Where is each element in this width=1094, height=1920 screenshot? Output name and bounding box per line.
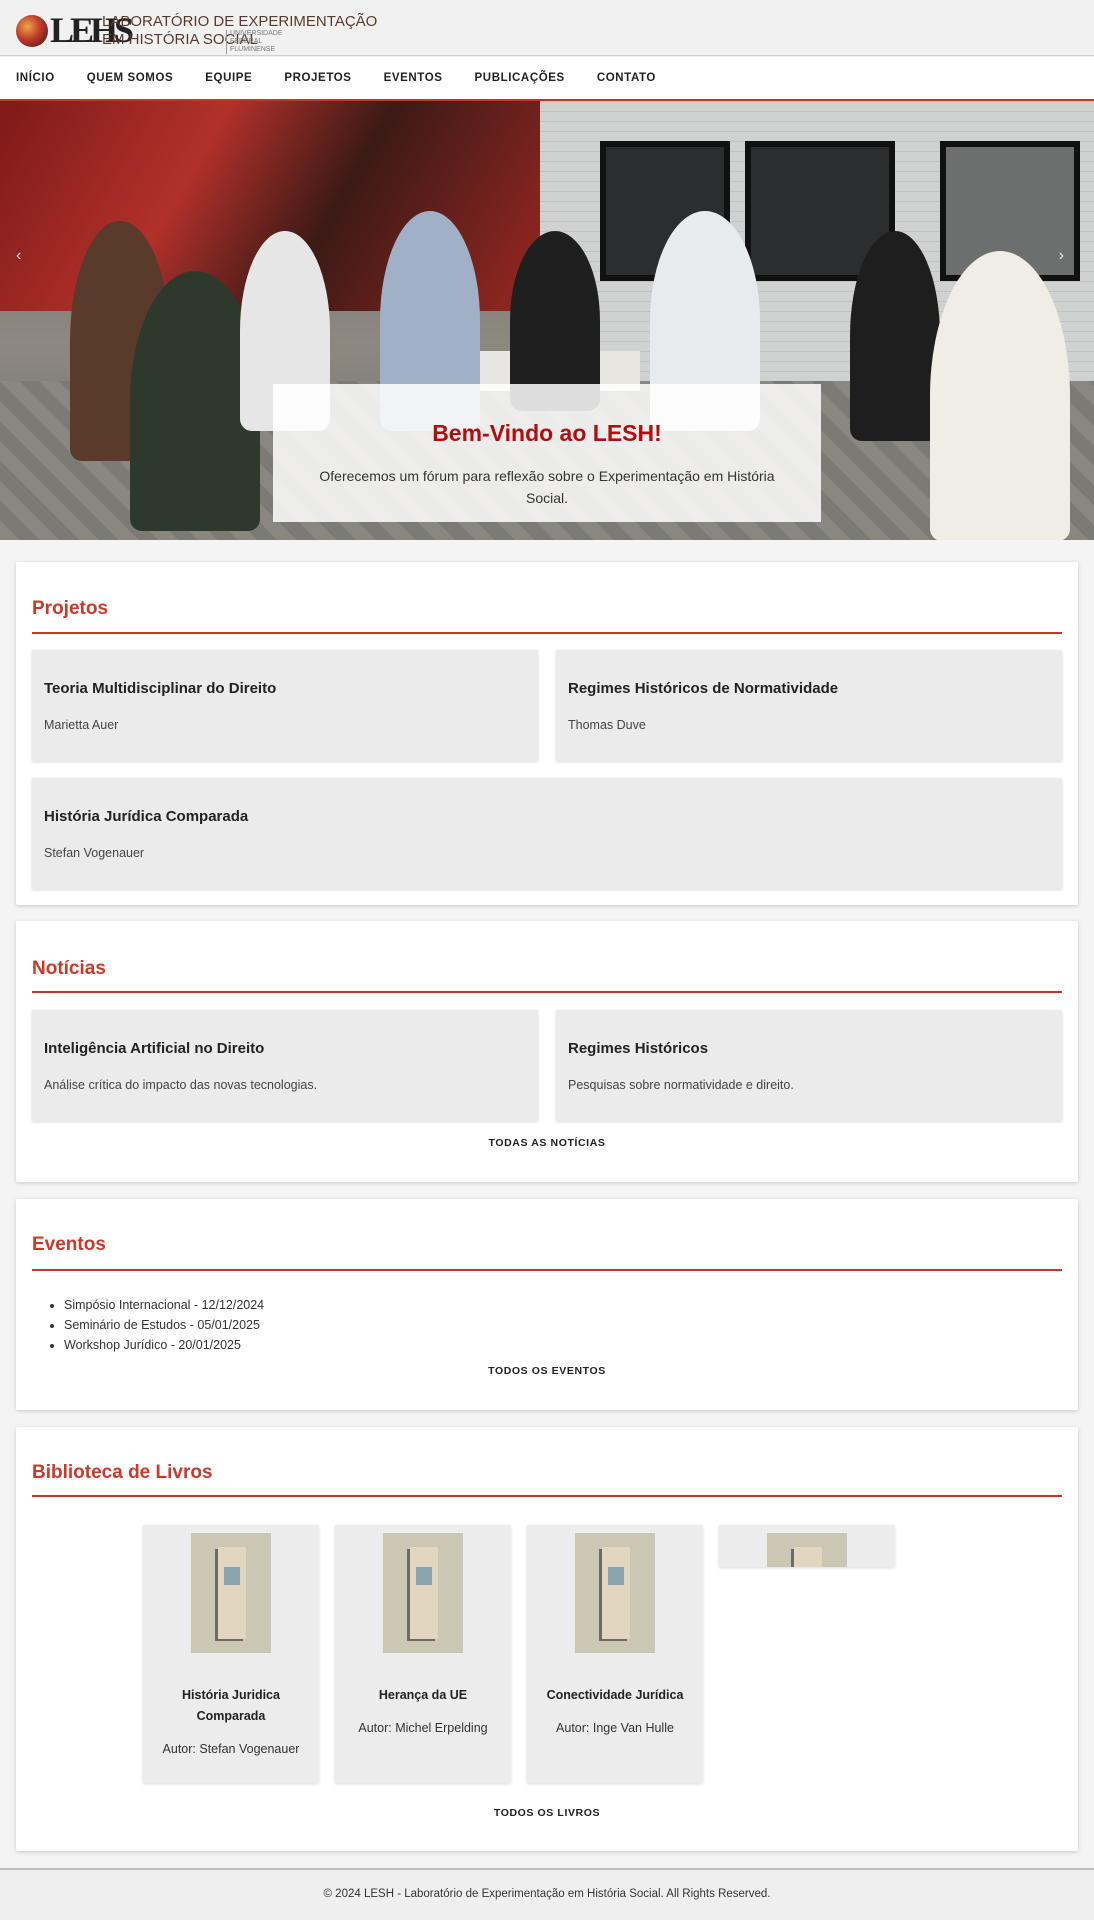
- project-name: História Jurídica Comparada: [44, 808, 249, 825]
- all-news-link[interactable]: TODAS AS NOTÍCIAS: [16, 1137, 1078, 1149]
- hero-caption: Bem-Vindo ao LESH! Oferecemos um fórum p…: [273, 384, 821, 522]
- news-card[interactable]: Inteligência Artificial no Direito Análi…: [32, 1010, 538, 1121]
- nav-item-publicacoes[interactable]: PUBLICAÇÕES: [475, 72, 565, 84]
- book-cover-image: [191, 1533, 271, 1653]
- book-cover-image: [383, 1533, 463, 1653]
- book-card[interactable]: Herança da UE Autor: Michel Erpelding: [335, 1525, 511, 1783]
- event-item[interactable]: Seminário de Estudos - 05/01/2025: [64, 1315, 264, 1335]
- book-card-loading[interactable]: [719, 1525, 895, 1567]
- section-divider: [32, 1495, 1062, 1497]
- project-author: Marietta Auer: [44, 718, 119, 732]
- news-headline: Inteligência Artificial no Direito: [44, 1040, 265, 1057]
- book-card[interactable]: História Juridica Comparada Autor: Stefa…: [143, 1525, 319, 1783]
- book-card[interactable]: Conectividade Jurídica Autor: Inge Van H…: [527, 1525, 703, 1783]
- book-author: Autor: Michel Erpelding: [358, 1721, 488, 1735]
- books-section: Biblioteca de Livros História Juridica C…: [16, 1427, 1078, 1851]
- all-events-link[interactable]: TODOS OS EVENTOS: [16, 1365, 1078, 1377]
- section-divider: [32, 991, 1062, 993]
- book-author: Autor: Stefan Vogenauer: [162, 1742, 300, 1756]
- carousel-next-icon[interactable]: ›: [1059, 247, 1064, 265]
- events-title: Eventos: [32, 1234, 106, 1255]
- project-card[interactable]: Regimes Históricos de Normatividade Thom…: [556, 650, 1062, 761]
- project-author: Stefan Vogenauer: [44, 846, 145, 860]
- logo-university: UNIVERSIDADE FEDERAL FLUMINENSE: [226, 30, 306, 54]
- event-item[interactable]: Workshop Jurídico - 20/01/2025: [64, 1335, 264, 1355]
- news-summary: Pesquisas sobre normatividade e direito.: [568, 1078, 794, 1092]
- project-card[interactable]: Teoria Multidisciplinar do Direito Marie…: [32, 650, 538, 761]
- book-title: História Juridica Comparada: [182, 1688, 280, 1723]
- event-item[interactable]: Simpósio Internacional - 12/12/2024: [64, 1295, 264, 1315]
- projects-title: Projetos: [32, 598, 109, 619]
- book-title: Herança da UE: [378, 1688, 468, 1702]
- news-headline: Regimes Históricos: [568, 1040, 709, 1057]
- hero-title: Bem-Vindo ao LESH!: [432, 420, 662, 446]
- book-cover-image: [767, 1533, 847, 1567]
- hero-text: Oferecemos um fórum para reflexão sobre …: [319, 468, 775, 506]
- site-header: LEHS LABORATÓRIO DE EXPERIMENTAÇÃO EM HI…: [0, 0, 1094, 56]
- books-title: Biblioteca de Livros: [32, 1462, 213, 1483]
- project-card[interactable]: História Jurídica Comparada Stefan Vogen…: [32, 778, 1062, 889]
- nav-item-equipe[interactable]: EQUIPE: [205, 72, 252, 84]
- main-nav: INÍCIO QUEM SOMOS EQUIPE PROJETOS EVENTO…: [0, 57, 1094, 101]
- all-books-link[interactable]: TODOS OS LIVROS: [16, 1807, 1078, 1819]
- section-divider: [32, 1269, 1062, 1271]
- book-author: Autor: Inge Van Hulle: [556, 1721, 674, 1735]
- nav-item-inicio[interactable]: INÍCIO: [16, 72, 55, 84]
- book-cover-image: [575, 1533, 655, 1653]
- project-author: Thomas Duve: [568, 718, 646, 732]
- footer-copyright: © 2024 LESH - Laboratório de Experimenta…: [323, 1888, 771, 1900]
- projects-section: Projetos Teoria Multidisciplinar do Dire…: [16, 562, 1078, 905]
- section-divider: [32, 632, 1062, 634]
- nav-item-quem-somos[interactable]: QUEM SOMOS: [87, 72, 174, 84]
- logo-emblem-icon[interactable]: [16, 15, 48, 47]
- news-summary: Análise crítica do impacto das novas tec…: [44, 1078, 318, 1092]
- news-card[interactable]: Regimes Históricos Pesquisas sobre norma…: [556, 1010, 1062, 1121]
- events-section: Eventos Simpósio Internacional - 12/12/2…: [16, 1199, 1078, 1410]
- nav-item-projetos[interactable]: PROJETOS: [284, 72, 351, 84]
- carousel-prev-icon[interactable]: ‹: [16, 247, 21, 265]
- news-section: Notícias Inteligência Artificial no Dire…: [16, 921, 1078, 1182]
- news-title: Notícias: [32, 958, 106, 979]
- site-footer: © 2024 LESH - Laboratório de Experimenta…: [0, 1868, 1094, 1920]
- nav-item-eventos[interactable]: EVENTOS: [384, 72, 443, 84]
- project-name: Regimes Históricos de Normatividade: [568, 680, 839, 697]
- book-title: Conectividade Jurídica: [546, 1688, 684, 1702]
- logo-title-line1: LABORATÓRIO DE EXPERIMENTAÇÃO: [102, 13, 378, 30]
- events-list: Simpósio Internacional - 12/12/2024 Semi…: [64, 1295, 264, 1355]
- project-name: Teoria Multidisciplinar do Direito: [44, 680, 277, 697]
- nav-item-contato[interactable]: CONTATO: [597, 72, 656, 84]
